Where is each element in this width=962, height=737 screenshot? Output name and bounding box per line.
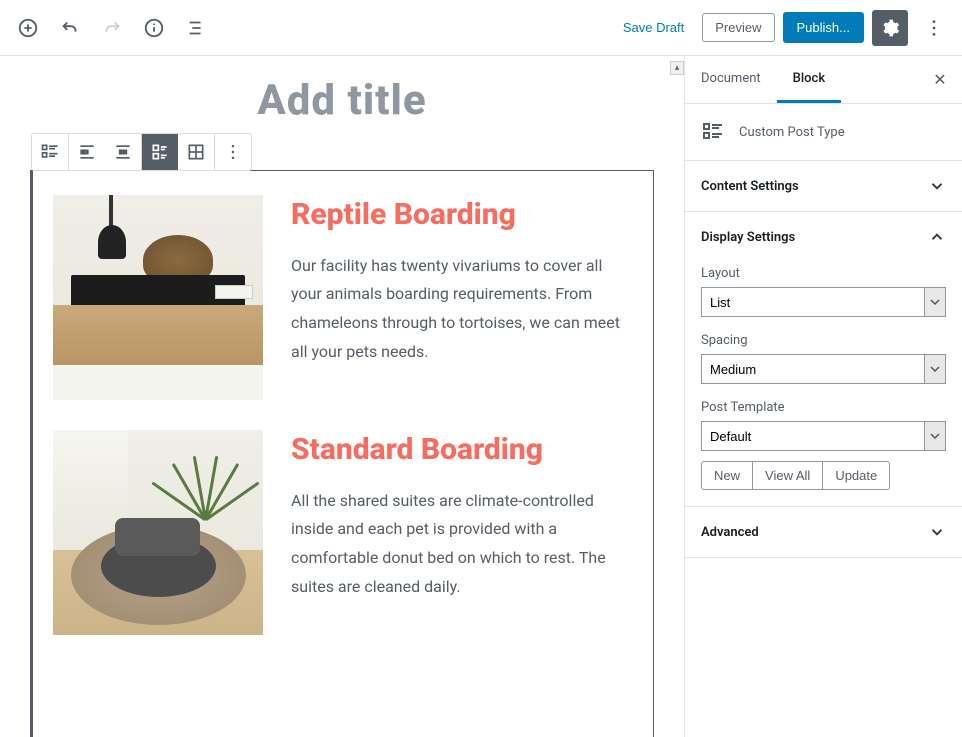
chevron-up-icon — [928, 228, 946, 246]
spacing-label: Spacing — [701, 333, 946, 348]
align-center-button[interactable] — [105, 134, 141, 170]
outline-button[interactable] — [178, 10, 214, 46]
post-description: All the shared suites are climate-contro… — [291, 487, 633, 602]
list-item: Standard Boarding All the shared suites … — [53, 430, 633, 635]
info-button[interactable] — [136, 10, 172, 46]
chevron-down-icon — [928, 523, 946, 541]
panel-display-settings: Display Settings Layout List Spacing Med… — [685, 212, 962, 507]
block-toolbar — [31, 133, 252, 171]
block-type-icon[interactable] — [32, 134, 68, 170]
layout-grid-button[interactable] — [178, 134, 214, 170]
panel-toggle-advanced[interactable]: Advanced — [685, 507, 962, 557]
block-type-icon — [701, 120, 725, 144]
scroll-up-button[interactable]: ▴ — [670, 61, 684, 75]
align-left-button[interactable] — [69, 134, 105, 170]
block-header: Custom Post Type — [685, 104, 962, 161]
view-all-templates-button[interactable]: View All — [753, 461, 823, 490]
post-thumbnail — [53, 430, 263, 635]
panel-toggle-content[interactable]: Content Settings — [685, 161, 962, 211]
post-thumbnail — [53, 195, 263, 400]
custom-post-type-block[interactable]: Reptile Boarding Our facility has twenty… — [30, 170, 654, 737]
top-toolbar: Save Draft Preview Publish... — [0, 0, 962, 56]
settings-sidebar: Document Block ✕ Custom Post Type Conten… — [684, 56, 962, 737]
panel-advanced: Advanced — [685, 507, 962, 558]
sidebar-tabs: Document Block ✕ — [685, 56, 962, 104]
close-sidebar-button[interactable]: ✕ — [924, 64, 956, 96]
update-template-button[interactable]: Update — [823, 461, 890, 490]
save-draft-button[interactable]: Save Draft — [613, 12, 694, 43]
settings-button[interactable] — [872, 10, 908, 46]
add-block-button[interactable] — [10, 10, 46, 46]
chevron-down-icon — [928, 177, 946, 195]
preview-button[interactable]: Preview — [702, 13, 774, 42]
tab-block[interactable]: Block — [777, 57, 841, 103]
redo-button[interactable] — [94, 10, 130, 46]
block-type-name: Custom Post Type — [739, 125, 845, 140]
spacing-select[interactable]: Medium — [701, 354, 946, 384]
layout-select[interactable]: List — [701, 287, 946, 317]
new-template-button[interactable]: New — [701, 461, 753, 490]
post-title: Standard Boarding — [291, 430, 633, 471]
toolbar-left — [10, 10, 214, 46]
template-label: Post Template — [701, 400, 946, 415]
list-item: Reptile Boarding Our facility has twenty… — [53, 195, 633, 400]
post-title: Reptile Boarding — [291, 195, 633, 236]
panel-toggle-display[interactable]: Display Settings — [685, 212, 962, 262]
template-buttons: New View All Update — [701, 461, 946, 490]
editor-canvas: ▴ Add title — [0, 56, 684, 737]
template-select[interactable]: Default — [701, 421, 946, 451]
publish-button[interactable]: Publish... — [783, 12, 864, 43]
undo-button[interactable] — [52, 10, 88, 46]
post-title-input[interactable]: Add title — [30, 76, 654, 125]
more-menu-button[interactable] — [916, 10, 952, 46]
block-more-button[interactable] — [215, 134, 251, 170]
post-description: Our facility has twenty vivariums to cov… — [291, 252, 633, 367]
panel-content-settings: Content Settings — [685, 161, 962, 212]
layout-list-button[interactable] — [142, 134, 178, 170]
layout-label: Layout — [701, 266, 946, 281]
tab-document[interactable]: Document — [685, 57, 777, 103]
toolbar-right: Save Draft Preview Publish... — [613, 10, 952, 46]
